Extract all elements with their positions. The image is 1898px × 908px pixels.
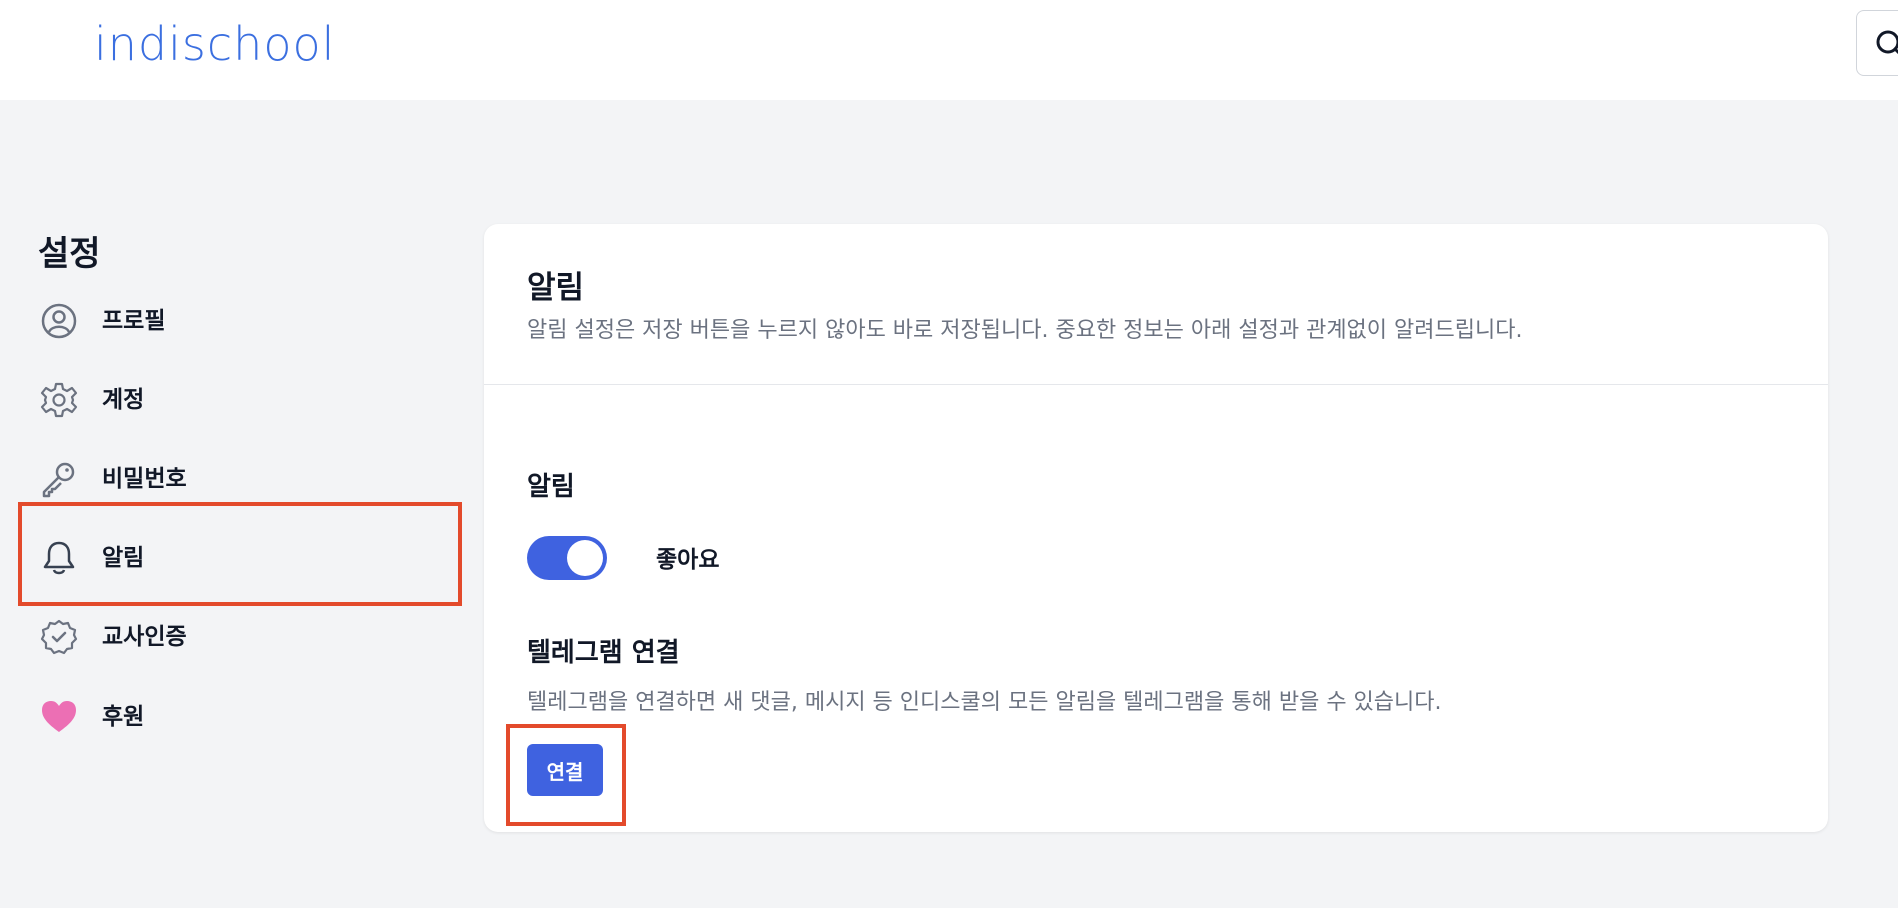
- gear-icon: [40, 382, 78, 418]
- sidebar-item-label: 알림: [102, 545, 145, 571]
- sidebar-item-donate[interactable]: 후원: [24, 680, 450, 752]
- search-button[interactable]: [1856, 10, 1898, 76]
- panel-description: 알림 설정은 저장 버튼을 누르지 않아도 바로 저장됩니다. 중요한 정보는 …: [527, 318, 1523, 343]
- telegram-section-title: 텔레그램 연결: [527, 638, 680, 668]
- logo-text: indischool: [94, 17, 335, 70]
- sidebar-item-account[interactable]: 계정: [24, 363, 450, 435]
- notifications-section-title: 알림: [527, 472, 575, 502]
- sidebar-item-notifications[interactable]: 알림: [24, 521, 450, 593]
- sidebar-item-label: 비밀번호: [102, 466, 187, 492]
- bell-icon: [43, 541, 75, 575]
- telegram-connect-button[interactable]: 연결: [527, 744, 603, 796]
- sidebar-item-label: 계정: [102, 387, 145, 413]
- sidebar-item-label: 후원: [102, 704, 145, 730]
- sidebar-item-teacher-verification[interactable]: 교사인증: [24, 600, 450, 672]
- heart-icon: [42, 701, 76, 732]
- toggle-knob: [567, 540, 603, 576]
- sidebar-item-password[interactable]: 비밀번호: [24, 442, 450, 514]
- likes-toggle-label: 좋아요: [656, 547, 720, 573]
- sidebar-item-profile[interactable]: 프로필: [24, 284, 450, 356]
- key-icon: [42, 462, 75, 498]
- top-header: indischool: [0, 0, 1898, 100]
- badge-check-icon: [40, 619, 78, 655]
- notifications-panel: 알림 알림 설정은 저장 버튼을 누르지 않아도 바로 저장됩니다. 중요한 정…: [484, 224, 1828, 832]
- likes-toggle[interactable]: [527, 536, 607, 580]
- settings-title: 설정: [38, 234, 101, 274]
- user-circle-icon: [41, 303, 77, 339]
- panel-title: 알림: [527, 270, 585, 306]
- panel-divider: [484, 384, 1828, 385]
- search-icon: [1876, 30, 1898, 55]
- indischool-logo[interactable]: indischool: [94, 14, 354, 70]
- telegram-description: 텔레그램을 연결하면 새 댓글, 메시지 등 인디스쿨의 모든 알림을 텔레그램…: [527, 690, 1442, 715]
- sidebar-item-label: 교사인증: [102, 624, 187, 650]
- sidebar-item-label: 프로필: [102, 308, 166, 334]
